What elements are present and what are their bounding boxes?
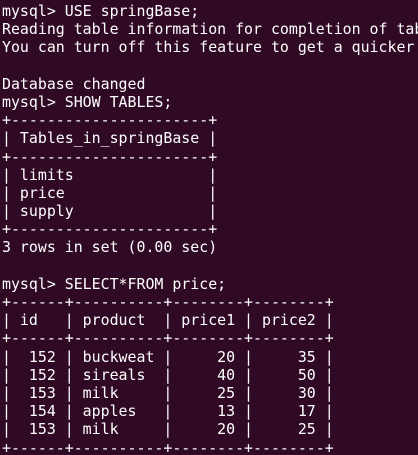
- tables-row-limits: | limits |: [2, 165, 218, 184]
- tables-row-price: | price |: [2, 183, 218, 202]
- tables-row-supply: | supply |: [2, 202, 218, 221]
- terminal-line-show-tables-command: mysql> SHOW TABLES;: [2, 92, 173, 111]
- price-border-bottom: +------+----------+--------+--------+: [2, 438, 334, 455]
- price-row-3: | 153 | milk | 25 | 30 |: [2, 383, 334, 402]
- tables-border-top: +----------------------+: [2, 111, 218, 130]
- terminal-window[interactable]: mysql> USE springBase; Reading table inf…: [0, 0, 418, 455]
- price-header: | id | product | price1 | price2 |: [2, 311, 334, 330]
- tables-header: | Tables_in_springBase |: [2, 129, 218, 148]
- price-row-5: | 153 | milk | 20 | 25 |: [2, 420, 334, 439]
- tables-border-bottom: +----------------------+: [2, 220, 218, 239]
- terminal-line-turn-off-hint: You can turn off this feature to get a q…: [2, 38, 415, 57]
- price-row-2: | 152 | sireals | 40 | 50 |: [2, 365, 334, 384]
- tables-border-mid: +----------------------+: [2, 147, 218, 166]
- price-border-mid: +------+----------+--------+--------+: [2, 329, 334, 348]
- terminal-line-select-command: mysql> SELECT*FROM price;: [2, 274, 227, 293]
- terminal-line-reading-info: Reading table information for completion…: [2, 20, 418, 39]
- price-row-1: | 152 | buckweat | 20 | 35 |: [2, 347, 334, 366]
- terminal-line-blank-1: [2, 57, 418, 75]
- price-row-4: | 154 | apples | 13 | 17 |: [2, 402, 334, 421]
- terminal-line-use-command: mysql> USE springBase;: [2, 2, 200, 20]
- tables-row-count: 3 rows in set (0.00 sec): [2, 238, 218, 257]
- terminal-line-blank-2: [2, 257, 418, 275]
- price-border-top: +------+----------+--------+--------+: [2, 293, 334, 311]
- terminal-line-database-changed: Database changed: [2, 74, 146, 93]
